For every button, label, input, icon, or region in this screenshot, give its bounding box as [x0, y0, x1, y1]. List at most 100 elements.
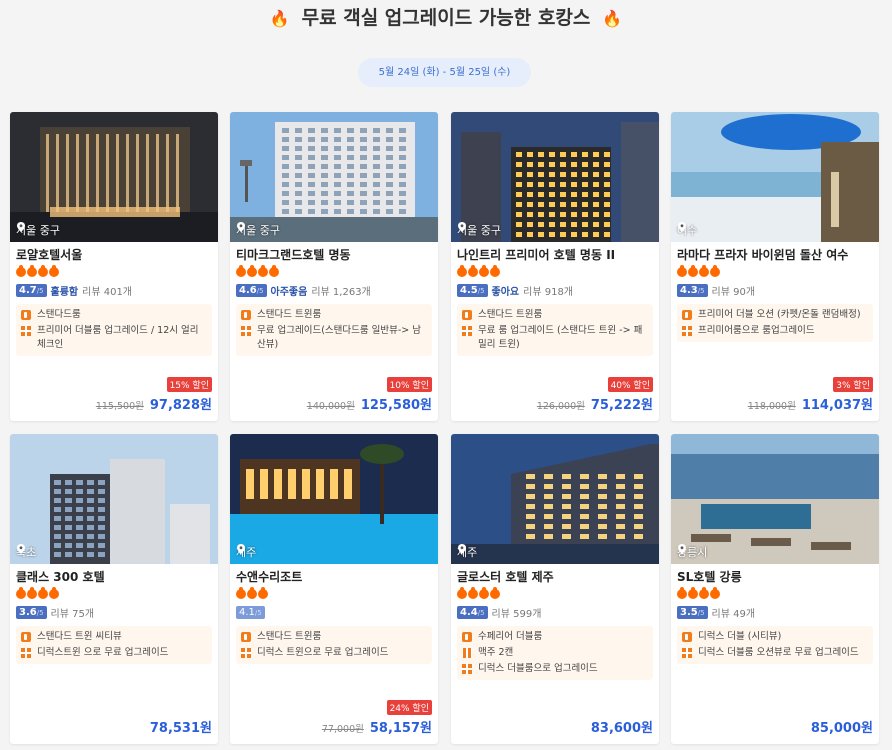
- review-count: 리뷰 49개: [711, 608, 756, 620]
- upgrade-icon: [462, 664, 472, 674]
- hotel-image: [671, 112, 879, 242]
- upgrade-icon: [21, 648, 31, 658]
- flame-rating-icon: [247, 265, 257, 277]
- price-area: 85,000원: [811, 717, 873, 736]
- hotel-photo[interactable]: 서울 중구: [230, 112, 438, 242]
- upgrade-icon: [682, 648, 692, 658]
- flame-rating-icon: [688, 587, 698, 599]
- perk-text: 디럭스트윈 으로 무료 업그레이드: [37, 647, 169, 658]
- location-pin-icon: [237, 544, 245, 554]
- perk-text: 스탠다드룸: [37, 309, 81, 320]
- perk-list: 프리미어 더블 오션 (카펫/온돌 랜덤배정) 프리미어룸으로 룸업그레이드: [677, 304, 873, 342]
- hotel-name[interactable]: 수앤수리조트: [236, 568, 432, 586]
- flame-rating-icon: [468, 265, 478, 277]
- upgrade-icon: [462, 326, 472, 336]
- date-range-pill[interactable]: 5월 24일 (화) - 5월 25일 (수): [358, 58, 531, 87]
- room-icon: [21, 632, 31, 642]
- flame-rating-icon: [236, 265, 246, 277]
- flame-rating-icon: [16, 265, 26, 277]
- discount-badge: 24% 할인: [386, 700, 432, 715]
- hotel-name[interactable]: 나인트리 프리미어 호텔 명동 II: [457, 246, 653, 264]
- location-pin-icon: [17, 222, 25, 232]
- perk-text: 프리미어 더블 오션 (카펫/온돌 랜덤배정): [698, 309, 861, 320]
- hotel-card[interactable]: 강릉시 SL호텔 강릉 3.5/5 리뷰 49개 디럭스 더블 (시티뷰) 디럭…: [671, 434, 879, 744]
- hotel-card[interactable]: 제주 글로스터 호텔 제주 4.4/5 리뷰 599개 수페리어 더블룸 맥주 …: [451, 434, 659, 744]
- hotel-card[interactable]: 제주 수앤수리조트 4.1/5 스탠다드 트윈룸 디럭스 트윈으로 무료 업그레…: [230, 434, 438, 744]
- hotel-photo[interactable]: 서울 중구: [451, 112, 659, 242]
- flame-rating-icon: [49, 265, 59, 277]
- hotel-card[interactable]: 서울 중구 티마크그랜드호텔 명동 4.6/5 아주좋음 리뷰 1,263개 스…: [230, 112, 438, 421]
- perk-item: 프리미어룸으로 룸업그레이드: [682, 324, 868, 338]
- discount-badge: 3% 할인: [833, 377, 873, 392]
- flame-rating-icon: [490, 265, 500, 277]
- location-label: 제주: [457, 544, 477, 560]
- perk-text: 디럭스 더블 (시티뷰): [698, 631, 782, 642]
- hotel-name[interactable]: SL호텔 강릉: [677, 568, 873, 586]
- original-price: 118,000원: [747, 401, 796, 412]
- upgrade-icon: [241, 648, 251, 658]
- price-area: 3% 할인 118,000원 114,037원: [748, 373, 873, 413]
- perk-text: 스탠다드 트윈 씨티뷰: [37, 631, 122, 642]
- review-summary: 4.7/5 훌륭함 리뷰 401개: [16, 281, 212, 299]
- grade-label: 좋아요: [491, 286, 520, 298]
- review-summary: 4.5/5 좋아요 리뷰 918개: [457, 281, 653, 299]
- grade-label: 아주좋음: [270, 286, 308, 298]
- perk-text: 스탠다드 트윈룸: [257, 631, 322, 642]
- perk-text: 맥주 2캔: [478, 647, 514, 658]
- review-summary: 4.1/5: [236, 603, 432, 621]
- final-price: 114,037원: [801, 398, 873, 413]
- hotel-photo[interactable]: 속초: [10, 434, 218, 564]
- perk-text: 무료 룸 업그레이드 (스탠다드 트윈 -> 패밀리 트윈): [478, 325, 643, 350]
- review-summary: 4.3/5 리뷰 90개: [677, 281, 873, 299]
- perk-text: 스탠다드 트윈룸: [257, 309, 322, 320]
- flame-rating-icon: [479, 587, 489, 599]
- flame-icon: 🔥: [602, 8, 623, 28]
- perk-text: 무료 업그레이드(스탠다드룸 일반뷰-> 남산뷰): [257, 325, 421, 350]
- hotel-name[interactable]: 티마크그랜드호텔 명동: [236, 246, 432, 264]
- location-pin-icon: [17, 544, 25, 554]
- perk-item: 스탠다드 트윈룸: [241, 308, 427, 322]
- hotel-photo[interactable]: 제주: [451, 434, 659, 564]
- hotel-photo[interactable]: 여수: [671, 112, 879, 242]
- score-badge: 4.7/5: [16, 283, 47, 297]
- hotel-name[interactable]: 클래스 300 호텔: [16, 568, 212, 586]
- flame-rating-icon: [38, 587, 48, 599]
- hotel-card[interactable]: 여수 라마다 프라자 바이윈덤 돌산 여수 4.3/5 리뷰 90개 프리미어 …: [671, 112, 879, 421]
- flame-rating-icon: [677, 587, 687, 599]
- hotel-card[interactable]: 속초 클래스 300 호텔 3.6/5 리뷰 75개 스탠다드 트윈 씨티뷰 디…: [10, 434, 218, 744]
- flame-rating-icon: [258, 587, 268, 599]
- flame-rating-icon: [710, 587, 720, 599]
- perk-text: 디럭스 더블룸으로 업그레이드: [478, 663, 598, 674]
- location-label: 제주: [236, 544, 256, 560]
- score-badge: 4.5/5: [457, 283, 488, 297]
- perk-item: 디럭스 더블 (시티뷰): [682, 630, 868, 644]
- hotel-class-rating: [457, 265, 653, 279]
- final-price: 125,580원: [360, 398, 432, 413]
- hotel-photo[interactable]: 제주: [230, 434, 438, 564]
- final-price: 85,000원: [810, 721, 873, 736]
- original-price: 140,000원: [306, 401, 355, 412]
- hotel-name[interactable]: 로얄호텔서울: [16, 246, 212, 264]
- flame-rating-icon: [710, 265, 720, 277]
- room-icon: [241, 310, 251, 320]
- hotel-image: [230, 434, 438, 564]
- score-badge: 4.1/5: [236, 605, 265, 619]
- final-price: 97,828원: [149, 398, 212, 413]
- final-price: 75,222원: [590, 398, 653, 413]
- hotel-card[interactable]: 서울 중구 나인트리 프리미어 호텔 명동 II 4.5/5 좋아요 리뷰 91…: [451, 112, 659, 421]
- perk-text: 수페리어 더블룸: [478, 631, 543, 642]
- hotel-photo[interactable]: 강릉시: [671, 434, 879, 564]
- flame-rating-icon: [468, 587, 478, 599]
- location-pin-icon: [458, 222, 466, 232]
- review-count: 리뷰 599개: [491, 608, 542, 620]
- hotel-name[interactable]: 글로스터 호텔 제주: [457, 568, 653, 586]
- original-price: 77,000원: [321, 724, 364, 735]
- hotel-photo[interactable]: 서울 중구: [10, 112, 218, 242]
- page-title-text: 무료 객실 업그레이드 가능한 호캉스: [301, 7, 591, 29]
- price-area: 83,600원: [591, 717, 653, 736]
- hotel-card[interactable]: 서울 중구 로얄호텔서울 4.7/5 훌륭함 리뷰 401개 스탠다드룸 프리미…: [10, 112, 218, 421]
- room-icon: [462, 632, 472, 642]
- perk-list: 수페리어 더블룸 맥주 2캔 디럭스 더블룸으로 업그레이드: [457, 626, 653, 680]
- perk-text: 디럭스 더블룸 오션뷰로 무료 업그레이드: [698, 647, 859, 658]
- hotel-name[interactable]: 라마다 프라자 바이윈덤 돌산 여수: [677, 246, 873, 264]
